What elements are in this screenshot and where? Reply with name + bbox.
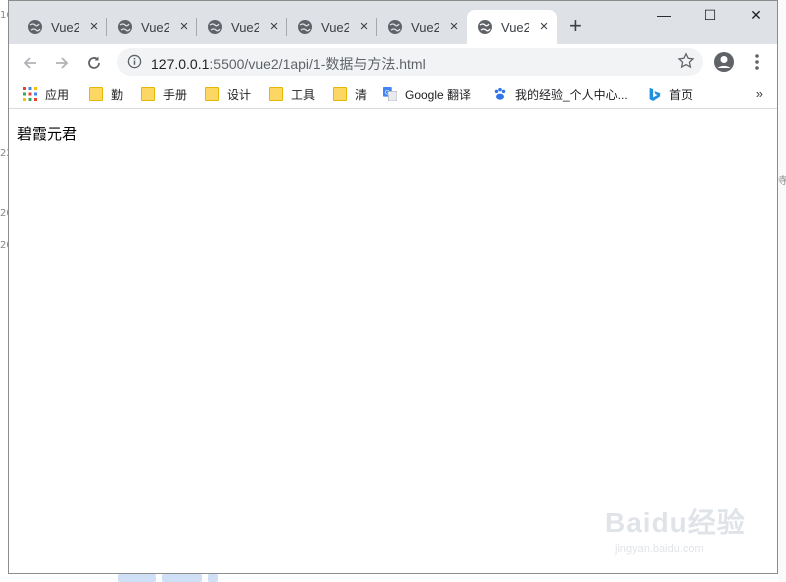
tab-close-icon[interactable]: ×	[177, 19, 191, 34]
url-path: :5500/vue2/1api/1-数据与方法.html	[209, 56, 426, 72]
bookmark-folder[interactable]: 清	[333, 86, 367, 102]
bookmark-apps[interactable]: 应用	[23, 86, 69, 102]
tab-close-icon[interactable]: ×	[537, 19, 551, 34]
bing-icon	[649, 87, 661, 101]
bookmark-folder[interactable]: 设计	[205, 86, 251, 102]
folder-icon	[269, 87, 283, 101]
bookmark-label: 设计	[227, 87, 252, 102]
google-translate-icon: G	[383, 87, 397, 101]
tab-active[interactable]: Vue2 ×	[467, 10, 557, 44]
navigation-toolbar: 127.0.0.1:5500/vue2/1api/1-数据与方法.html	[9, 44, 777, 80]
globe-icon	[118, 20, 132, 34]
globe-icon	[28, 20, 42, 34]
tab-close-icon[interactable]: ×	[87, 19, 101, 34]
tab-title: Vue2	[231, 19, 259, 35]
globe-icon	[388, 20, 402, 34]
url-host: 127.0.0.1	[151, 56, 210, 72]
globe-icon	[478, 20, 492, 34]
page-text: 碧霞元君	[17, 125, 78, 143]
apps-grid-icon	[23, 87, 37, 101]
baidu-paw-icon	[494, 87, 506, 100]
bookmark-label: 手册	[163, 87, 188, 102]
watermark-url: jingyan.baidu.com	[615, 543, 704, 555]
bookmark-baidu-jingyan[interactable]: 我的经验_个人中心...	[493, 86, 628, 102]
tab-title: Vue2	[501, 19, 529, 35]
reload-button[interactable]	[83, 52, 105, 74]
url-text[interactable]: 127.0.0.1:5500/vue2/1api/1-数据与方法.html	[151, 54, 426, 74]
tab[interactable]: Vue2 ×	[197, 10, 287, 44]
back-button[interactable]	[19, 52, 41, 74]
bookmark-label: 应用	[45, 87, 70, 102]
folder-icon	[205, 87, 219, 101]
tab[interactable]: Vue2 ×	[377, 10, 467, 44]
tab-close-icon[interactable]: ×	[267, 19, 281, 34]
tab-title: Vue2	[321, 19, 349, 35]
bookmark-star-icon[interactable]	[677, 52, 695, 70]
tab[interactable]: Vue2 ×	[107, 10, 197, 44]
minimize-button[interactable]: —	[641, 5, 687, 25]
watermark-logo: Baidu经验	[605, 507, 746, 538]
background-button	[162, 574, 202, 582]
tab-title: Vue2	[141, 19, 169, 35]
tab-title: Vue2	[51, 19, 79, 35]
menu-kebab-icon[interactable]	[751, 51, 763, 73]
globe-icon	[208, 20, 222, 34]
svg-text:G: G	[385, 89, 390, 96]
profile-avatar-icon[interactable]	[713, 51, 735, 73]
bookmark-label: 我的经验_个人中心...	[515, 87, 628, 102]
tab-strip: Vue2 × Vue2 × Vue2 × Vue2 × Vue2 × Vue2 …	[9, 1, 777, 44]
forward-button[interactable]	[51, 52, 73, 74]
browser-window: Vue2 × Vue2 × Vue2 × Vue2 × Vue2 × Vue2 …	[8, 0, 778, 574]
back-arrow-icon	[23, 57, 36, 69]
background-button	[118, 574, 156, 582]
tab-close-icon[interactable]: ×	[357, 19, 371, 34]
bookmark-label: 首页	[669, 87, 694, 102]
new-tab-button[interactable]: +	[569, 15, 582, 37]
bookmark-google-translate[interactable]: G Google 翻译	[383, 86, 471, 102]
bookmarks-overflow-button[interactable]: »	[756, 86, 763, 101]
forward-arrow-icon	[56, 57, 69, 69]
bookmark-label: 清	[355, 87, 368, 102]
bookmark-label: 工具	[291, 87, 316, 102]
address-bar[interactable]: 127.0.0.1:5500/vue2/1api/1-数据与方法.html	[117, 48, 703, 76]
tab-title: Vue2	[411, 19, 439, 35]
bookmark-folder[interactable]: 工具	[269, 86, 315, 102]
background-button	[208, 574, 218, 582]
tab[interactable]: Vue2 ×	[287, 10, 377, 44]
globe-icon	[298, 20, 312, 34]
info-icon[interactable]	[127, 54, 142, 69]
close-window-button[interactable]: ✕	[733, 5, 777, 25]
bookmarks-bar: 应用 勤 手册 设计 工具 清 G Google 翻译 我的经验_个人中心...	[9, 80, 777, 109]
folder-icon	[333, 87, 347, 101]
folder-icon	[141, 87, 155, 101]
background-left-edge: 16 22 20 20	[0, 0, 13, 582]
bookmark-folder[interactable]: 手册	[141, 86, 187, 102]
folder-icon	[89, 87, 103, 101]
tab-close-icon[interactable]: ×	[447, 19, 461, 34]
bookmark-label: Google 翻译	[405, 87, 472, 102]
background-fragment: 寺	[778, 176, 786, 187]
reload-icon	[88, 56, 100, 69]
tab[interactable]: Vue2 ×	[17, 10, 107, 44]
bookmark-label: 勤	[111, 87, 124, 102]
bookmark-folder[interactable]: 勤	[89, 86, 123, 102]
bookmark-home[interactable]: 首页	[647, 86, 693, 102]
maximize-button[interactable]: ☐	[687, 5, 733, 25]
baidu-jingyan-watermark: Baidu经验 jingyan.baidu.com	[605, 501, 765, 571]
background-right-edge: 寺	[778, 0, 786, 582]
